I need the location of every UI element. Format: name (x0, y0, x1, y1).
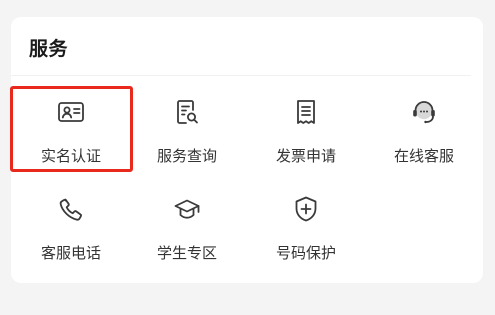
service-real-name-verification[interactable]: 实名认证 (12, 90, 130, 182)
service-label: 客服电话 (40, 244, 101, 262)
section-title: 服务 (29, 38, 69, 60)
service-label: 学生专区 (156, 244, 217, 262)
service-hotline[interactable]: 客服电话 (12, 187, 130, 279)
document-search-icon (172, 97, 202, 127)
service-label: 服务查询 (156, 147, 217, 165)
receipt-icon (291, 97, 321, 127)
service-label: 号码保护 (275, 244, 336, 262)
service-online-support[interactable]: 在线客服 (365, 90, 483, 182)
phone-icon (56, 194, 86, 224)
id-card-icon (56, 97, 86, 127)
title-divider (11, 75, 471, 76)
service-query[interactable]: 服务查询 (128, 90, 246, 182)
graduation-cap-icon (172, 194, 202, 224)
service-student-zone[interactable]: 学生专区 (128, 187, 246, 279)
service-label: 在线客服 (393, 147, 454, 165)
service-number-protection[interactable]: 号码保护 (247, 187, 365, 279)
shield-plus-icon (291, 194, 321, 224)
service-label: 实名认证 (40, 147, 101, 165)
headset-icon (409, 97, 439, 127)
service-label: 发票申请 (275, 147, 336, 165)
service-invoice-application[interactable]: 发票申请 (247, 90, 365, 182)
